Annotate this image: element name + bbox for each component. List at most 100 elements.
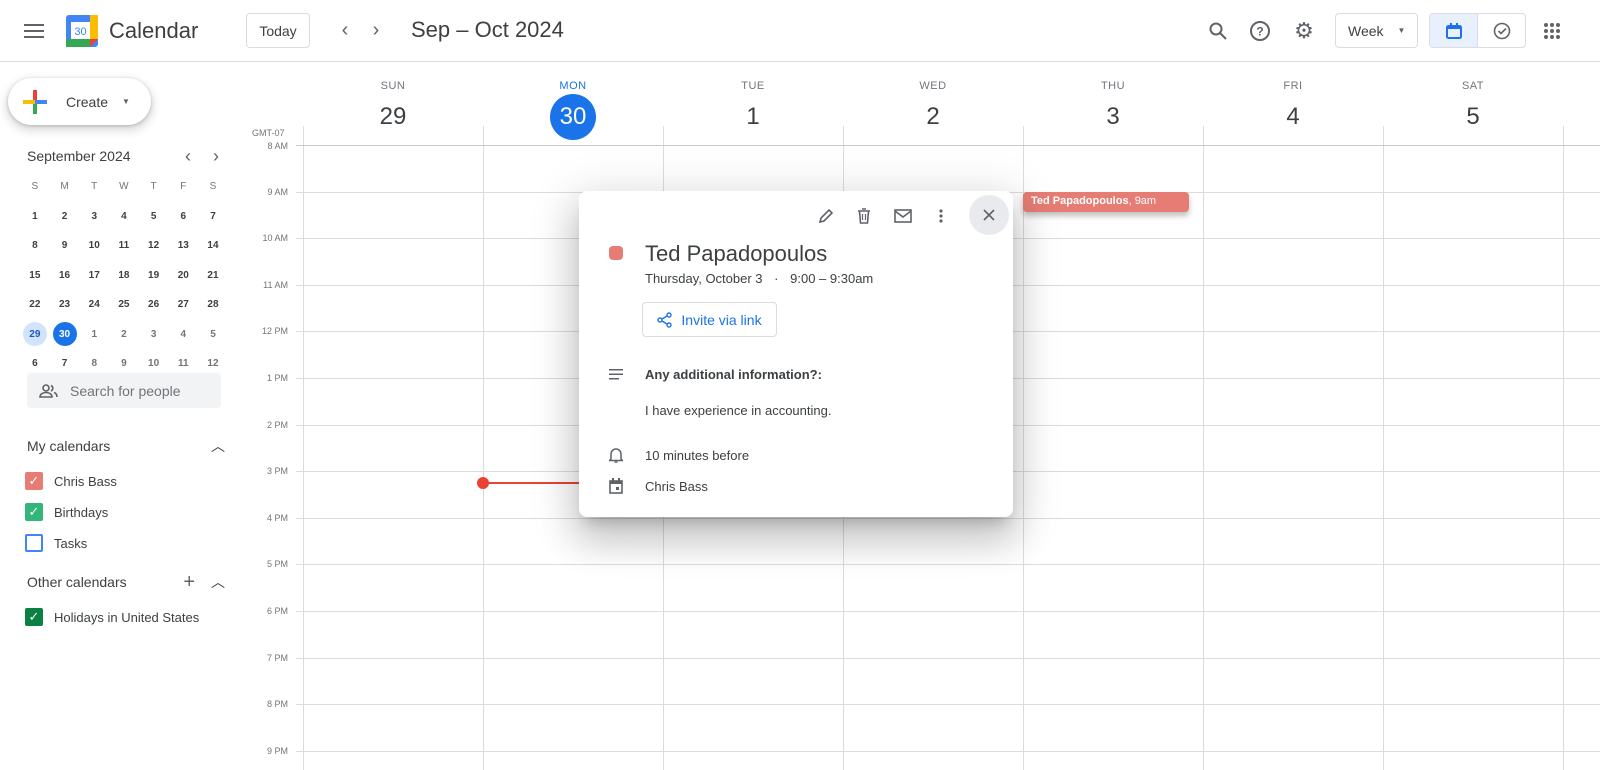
mini-day[interactable]: 16 [50, 261, 80, 291]
mini-day[interactable]: 27 [168, 290, 198, 320]
checked-checkbox-icon[interactable]: ✓ [25, 472, 43, 490]
apps-grid-icon[interactable] [1540, 19, 1564, 43]
calendar-list-item[interactable]: Tasks [25, 534, 87, 552]
other-calendars-header[interactable]: Other calendars + ︿ [27, 571, 227, 594]
next-week-button[interactable]: › [364, 18, 388, 42]
day-header[interactable]: FRI 4 [1203, 62, 1383, 140]
mini-day[interactable]: 1 [79, 320, 109, 350]
calendar-list-item[interactable]: ✓ Chris Bass [25, 472, 117, 490]
mini-day[interactable]: 21 [198, 261, 228, 291]
mini-day[interactable]: 8 [20, 231, 50, 261]
my-calendars-header[interactable]: My calendars ︿ [27, 436, 227, 456]
mini-day[interactable]: 22 [20, 290, 50, 320]
mini-day[interactable]: 28 [198, 290, 228, 320]
mini-next-month-button[interactable]: › [202, 146, 230, 167]
day-number[interactable]: 3 [1090, 94, 1136, 140]
more-options-icon[interactable] [928, 203, 954, 229]
mini-day[interactable]: 1 [20, 202, 50, 232]
day-header[interactable]: TUE 1 [663, 62, 843, 140]
mini-day[interactable]: 26 [139, 290, 169, 320]
checked-checkbox-icon[interactable]: ✓ [25, 608, 43, 626]
event-chip-title: Ted Papadopoulos [1031, 195, 1129, 207]
main-menu-icon[interactable] [20, 18, 48, 44]
calendar-list-item[interactable]: ✓ Birthdays [25, 503, 108, 521]
mini-day[interactable]: 2 [109, 320, 139, 350]
mini-day[interactable]: 5 [198, 320, 228, 350]
mini-day[interactable]: 4 [109, 202, 139, 232]
day-number[interactable]: 29 [370, 94, 416, 140]
day-header[interactable]: THU 3 [1023, 62, 1203, 140]
plus-icon [23, 89, 47, 114]
view-select-value: Week [1348, 22, 1384, 39]
mini-day[interactable]: 12 [139, 231, 169, 261]
mini-day[interactable]: 13 [168, 231, 198, 261]
hour-gridline [296, 704, 1600, 706]
mini-day[interactable]: 20 [168, 261, 198, 291]
mini-day[interactable]: 2 [50, 202, 80, 232]
mini-day[interactable]: 6 [168, 202, 198, 232]
day-header[interactable]: WED 2 [843, 62, 1023, 140]
view-select[interactable]: Week ▼ [1335, 13, 1418, 48]
email-envelope-icon[interactable] [890, 203, 916, 229]
mini-day[interactable]: 3 [79, 202, 109, 232]
day-header[interactable]: MON 30 [483, 62, 663, 140]
tasks-view-toggle[interactable] [1478, 14, 1525, 47]
mini-day[interactable]: 10 [79, 231, 109, 261]
edit-pencil-icon[interactable] [813, 203, 839, 229]
calendar-event-icon [609, 478, 623, 494]
day-header[interactable]: SAT 5 [1383, 62, 1563, 140]
mini-day-number: 4 [121, 210, 127, 222]
create-button[interactable]: Create ▼ [8, 78, 151, 125]
mini-day[interactable]: 23 [50, 290, 80, 320]
today-button[interactable]: Today [246, 13, 310, 48]
event-chip[interactable]: Ted Papadopoulos, 9am [1023, 192, 1189, 212]
day-number[interactable]: 5 [1450, 94, 1496, 140]
day-column-divider [483, 126, 484, 770]
mini-day[interactable]: 19 [139, 261, 169, 291]
mini-day[interactable]: 18 [109, 261, 139, 291]
help-icon[interactable]: ? [1246, 17, 1274, 45]
mini-day[interactable]: 5 [139, 202, 169, 232]
search-people-input[interactable]: Search for people [27, 373, 221, 408]
mini-day-number: 16 [58, 269, 71, 281]
checked-checkbox-icon[interactable]: ✓ [25, 503, 43, 521]
previous-week-button[interactable]: ‹ [333, 18, 357, 42]
delete-trash-icon[interactable] [851, 203, 877, 229]
day-header[interactable]: SUN 29 [303, 62, 483, 140]
mini-dow: S [31, 181, 39, 193]
mini-prev-month-button[interactable]: ‹ [174, 146, 202, 167]
calendar-icon [1445, 22, 1462, 39]
mini-dow: M [60, 181, 69, 193]
settings-gear-icon[interactable]: ⚙ [1290, 17, 1318, 45]
unchecked-checkbox-icon[interactable] [25, 534, 43, 552]
mini-day[interactable]: 30 [50, 320, 80, 350]
reminder-text: 10 minutes before [645, 447, 750, 463]
mini-day[interactable]: 14 [198, 231, 228, 261]
day-of-week: MON [559, 80, 587, 92]
mini-day[interactable]: 11 [109, 231, 139, 261]
mini-day[interactable]: 7 [198, 202, 228, 232]
mini-day[interactable]: 9 [50, 231, 80, 261]
day-number[interactable]: 30 [550, 94, 596, 140]
close-button[interactable] [969, 195, 1009, 235]
calendar-view-toggle[interactable] [1430, 14, 1478, 47]
mini-day[interactable]: 3 [139, 320, 169, 350]
mini-day-number: 11 [118, 240, 130, 252]
mini-day[interactable]: 4 [168, 320, 198, 350]
invite-via-link-button[interactable]: Invite via link [642, 302, 777, 337]
calendar-list-item[interactable]: ✓ Holidays in United States [25, 608, 199, 626]
mini-day[interactable]: 25 [109, 290, 139, 320]
mini-day-number: 4 [180, 328, 187, 340]
hour-label: 4 PM [266, 512, 288, 523]
day-number[interactable]: 1 [730, 94, 776, 140]
day-number[interactable]: 4 [1270, 94, 1316, 140]
mini-day[interactable]: 29 [20, 320, 50, 350]
mini-day-number: 5 [210, 328, 216, 340]
mini-day[interactable]: 24 [79, 290, 109, 320]
day-number[interactable]: 2 [910, 94, 956, 140]
search-icon[interactable] [1204, 17, 1232, 45]
add-calendar-icon[interactable]: + [183, 571, 195, 594]
mini-day[interactable]: 17 [79, 261, 109, 291]
mini-day[interactable]: 15 [20, 261, 50, 291]
app-name: Calendar [109, 18, 199, 43]
